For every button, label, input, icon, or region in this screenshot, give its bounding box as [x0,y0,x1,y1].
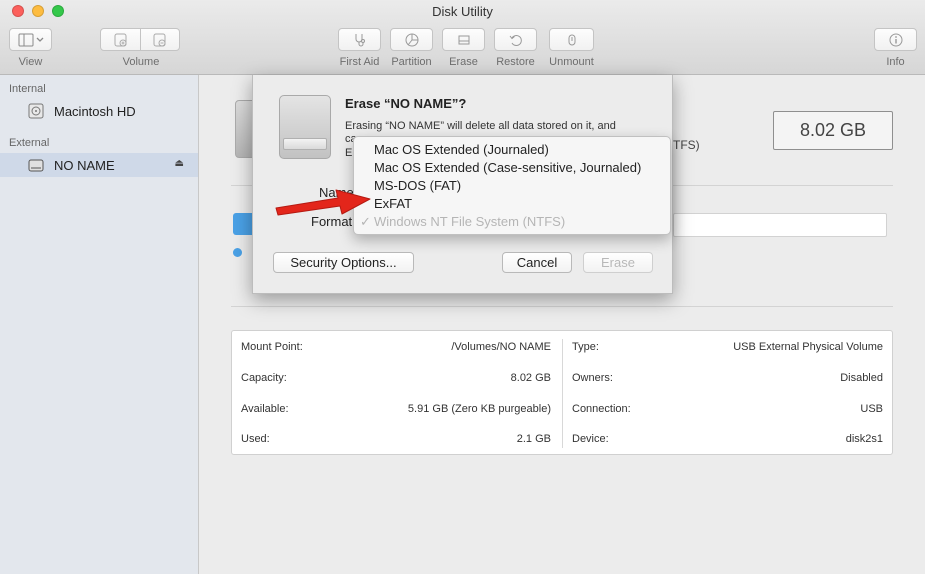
info-value: /Volumes/NO NAME [451,341,551,353]
sidebar-toggle-icon [18,33,43,46]
info-row-mount-point: Mount Point: /Volumes/NO NAME [241,341,551,357]
stethoscope-icon [355,33,365,46]
info-column-right: Type: USB External Physical Volume Owner… [562,339,893,448]
info-column-left: Mount Point: /Volumes/NO NAME Capacity: … [232,331,561,456]
sheet-title: Erase “NO NAME”? [345,96,467,111]
sidebar-header-internal: Internal [9,83,46,95]
info-icon [889,33,902,46]
menu-item-ms-dos-fat[interactable]: MS-DOS (FAT) [354,177,670,195]
volume-segmented-control [100,28,180,51]
info-value: Disabled [840,372,883,384]
remove-volume-icon[interactable] [140,29,179,50]
restore-label: Restore [496,56,535,68]
legend-dot-used [233,248,242,257]
view-label: View [18,56,43,68]
menu-item-mac-os-extended-case-sensitive[interactable]: Mac OS Extended (Case-sensitive, Journal… [354,159,670,177]
divider [231,306,893,307]
info-label: Info [886,56,905,68]
info-key: Used: [241,433,270,445]
info-row-used: Used: 2.1 GB [241,433,551,449]
sidebar-header-external: External [9,137,50,149]
format-dropdown-menu: Mac OS Extended (Journaled) Mac OS Exten… [353,136,671,235]
info-button[interactable] [874,28,917,51]
info-key: Device: [572,433,609,445]
erase-label: Erase [449,56,478,68]
sidebar: Internal Macintosh HD External NO NAME ⏏ [0,75,199,574]
menu-item-mac-os-extended-journaled[interactable]: Mac OS Extended (Journaled) [354,141,670,159]
usage-bar-free [673,213,887,237]
view-button[interactable] [9,28,52,51]
partition-button[interactable] [390,28,433,51]
erase-button[interactable] [442,28,485,51]
red-arrow-icon [275,189,371,216]
partition-label: Partition [391,56,432,68]
external-disk-icon [28,159,44,172]
volume-label: Volume [122,56,160,68]
info-value: USB External Physical Volume [733,341,883,353]
sidebar-item-macintosh-hd[interactable]: Macintosh HD [0,99,198,123]
info-key: Mount Point: [241,341,303,353]
info-key: Owners: [572,372,613,384]
sidebar-item-label: NO NAME [54,157,115,173]
unmount-label: Unmount [549,56,594,68]
info-key: Type: [572,341,599,353]
internal-disk-icon [28,103,44,119]
restore-icon [509,34,522,46]
info-value: 8.02 GB [510,372,551,384]
unmount-button[interactable] [549,28,594,51]
info-key: Available: [241,403,289,415]
security-options-button[interactable]: Security Options... [273,252,414,273]
volume-info-table: Mount Point: /Volumes/NO NAME Capacity: … [231,330,893,455]
restore-button[interactable] [494,28,537,51]
info-row-available: Available: 5.91 GB (Zero KB purgeable) [241,403,551,419]
eraser-icon [458,35,469,44]
erase-confirm-button[interactable]: Erase [583,252,653,273]
sidebar-item-no-name[interactable]: NO NAME ⏏ [0,153,198,177]
menu-item-ntfs: ✓ Windows NT File System (NTFS) [354,213,670,231]
sheet-description: Erasing “NO NAME” will delete all data s… [345,120,616,132]
cancel-button[interactable]: Cancel [502,252,572,273]
add-volume-icon[interactable] [101,29,140,50]
volume-format-text: TFS) [673,138,700,152]
info-value: disk2s1 [845,433,883,445]
info-value: USB [860,403,883,415]
info-row-owners: Owners: Disabled [572,372,883,388]
info-key: Connection: [572,403,631,415]
eject-icon[interactable]: ⏏ [175,158,184,169]
info-key: Capacity: [241,372,287,384]
first-aid-label: First Aid [339,56,380,68]
pie-chart-icon [405,33,418,46]
window-title: Disk Utility [432,4,493,19]
info-value: 5.91 GB (Zero KB purgeable) [407,403,551,415]
window-toolbar: Disk Utility View Volume First Aid Parti… [0,0,925,75]
info-row-capacity: Capacity: 8.02 GB [241,372,551,388]
menu-item-exfat[interactable]: ExFAT [354,195,670,213]
sidebar-item-label: Macintosh HD [54,103,136,119]
external-disk-icon [279,95,331,159]
info-row-type: Type: USB External Physical Volume [572,341,883,357]
eject-icon [568,34,575,45]
capacity-badge: 8.02 GB [773,111,893,150]
first-aid-button[interactable] [338,28,381,51]
menu-item-label: Windows NT File System (NTFS) [374,214,566,229]
info-row-connection: Connection: USB [572,403,883,419]
info-value: 2.1 GB [516,433,551,445]
info-row-device: Device: disk2s1 [572,433,883,449]
